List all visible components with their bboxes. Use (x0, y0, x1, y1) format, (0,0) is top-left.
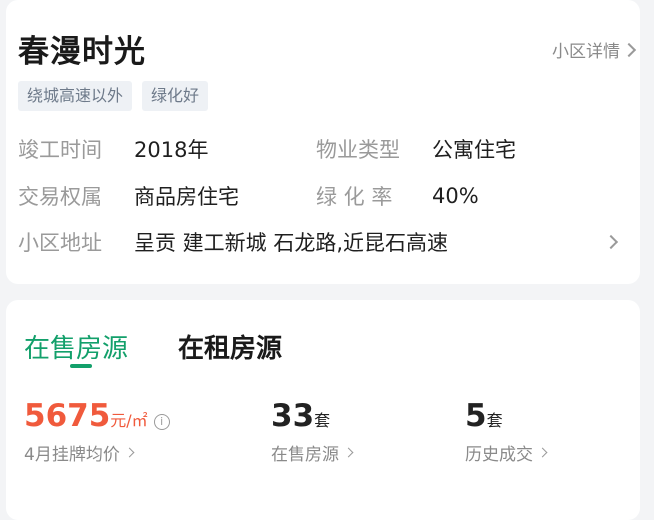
ownership-label: 交易权属 (18, 185, 102, 209)
on-sale-count: 33 (271, 398, 315, 434)
info-icon[interactable]: i (153, 413, 170, 430)
greening-row: 绿 化 率 40% (316, 181, 479, 211)
chevron-right-icon (603, 234, 619, 250)
tab-for-rent[interactable]: 在租房源 (178, 328, 282, 365)
completion-label: 竣工时间 (18, 138, 102, 162)
chevron-right-icon (537, 447, 548, 458)
property-type-value: 公寓住宅 (432, 138, 516, 162)
on-sale-unit: 套 (314, 411, 331, 430)
active-tab-indicator (70, 364, 92, 368)
greening-label: 绿 化 率 (316, 185, 393, 209)
chevron-right-icon (621, 42, 637, 57)
ownership-row: 交易权属 商品房住宅 (18, 181, 239, 211)
chevron-right-icon (124, 447, 135, 458)
detail-link-label: 小区详情 (552, 42, 620, 62)
history-stat: 5套 (465, 398, 503, 434)
completion-row: 竣工时间 2018年 (18, 134, 208, 164)
tag: 绿化好 (142, 81, 209, 111)
on-sale-caption-link[interactable]: 在售房源 (271, 440, 354, 465)
history-caption: 历史成交 (465, 445, 533, 465)
community-detail-link[interactable]: 小区详情 (552, 37, 637, 62)
history-caption-link[interactable]: 历史成交 (465, 440, 548, 465)
address-label: 小区地址 (18, 231, 102, 255)
avg-price-caption: 4月挂牌均价 (24, 445, 120, 465)
address-row[interactable]: 小区地址 呈贡 建工新城 石龙路,近昆石高速 (18, 227, 619, 257)
completion-value: 2018年 (134, 138, 209, 162)
avg-price-stat: 5675元/㎡ i (24, 398, 170, 434)
tag: 绕城高速以外 (18, 81, 133, 111)
chevron-right-icon (343, 447, 354, 458)
on-sale-stat: 33套 (271, 398, 330, 434)
address-value: 呈贡 建工新城 石龙路,近昆石高速 (134, 231, 449, 255)
community-name: 春漫时光 (18, 34, 146, 70)
history-count: 5 (465, 398, 487, 434)
property-type-label: 物业类型 (316, 138, 400, 162)
avg-price-value: 5675 (24, 398, 111, 434)
history-unit: 套 (486, 411, 503, 430)
greening-value: 40% (432, 184, 479, 208)
ownership-value: 商品房住宅 (134, 185, 239, 209)
tab-on-sale[interactable]: 在售房源 (24, 328, 128, 365)
tag-list: 绕城高速以外 绿化好 (18, 81, 209, 111)
on-sale-caption: 在售房源 (271, 445, 339, 465)
avg-price-unit: 元/㎡ (110, 411, 148, 430)
avg-price-caption-link[interactable]: 4月挂牌均价 (24, 440, 135, 465)
property-type-row: 物业类型 公寓住宅 (316, 134, 516, 164)
